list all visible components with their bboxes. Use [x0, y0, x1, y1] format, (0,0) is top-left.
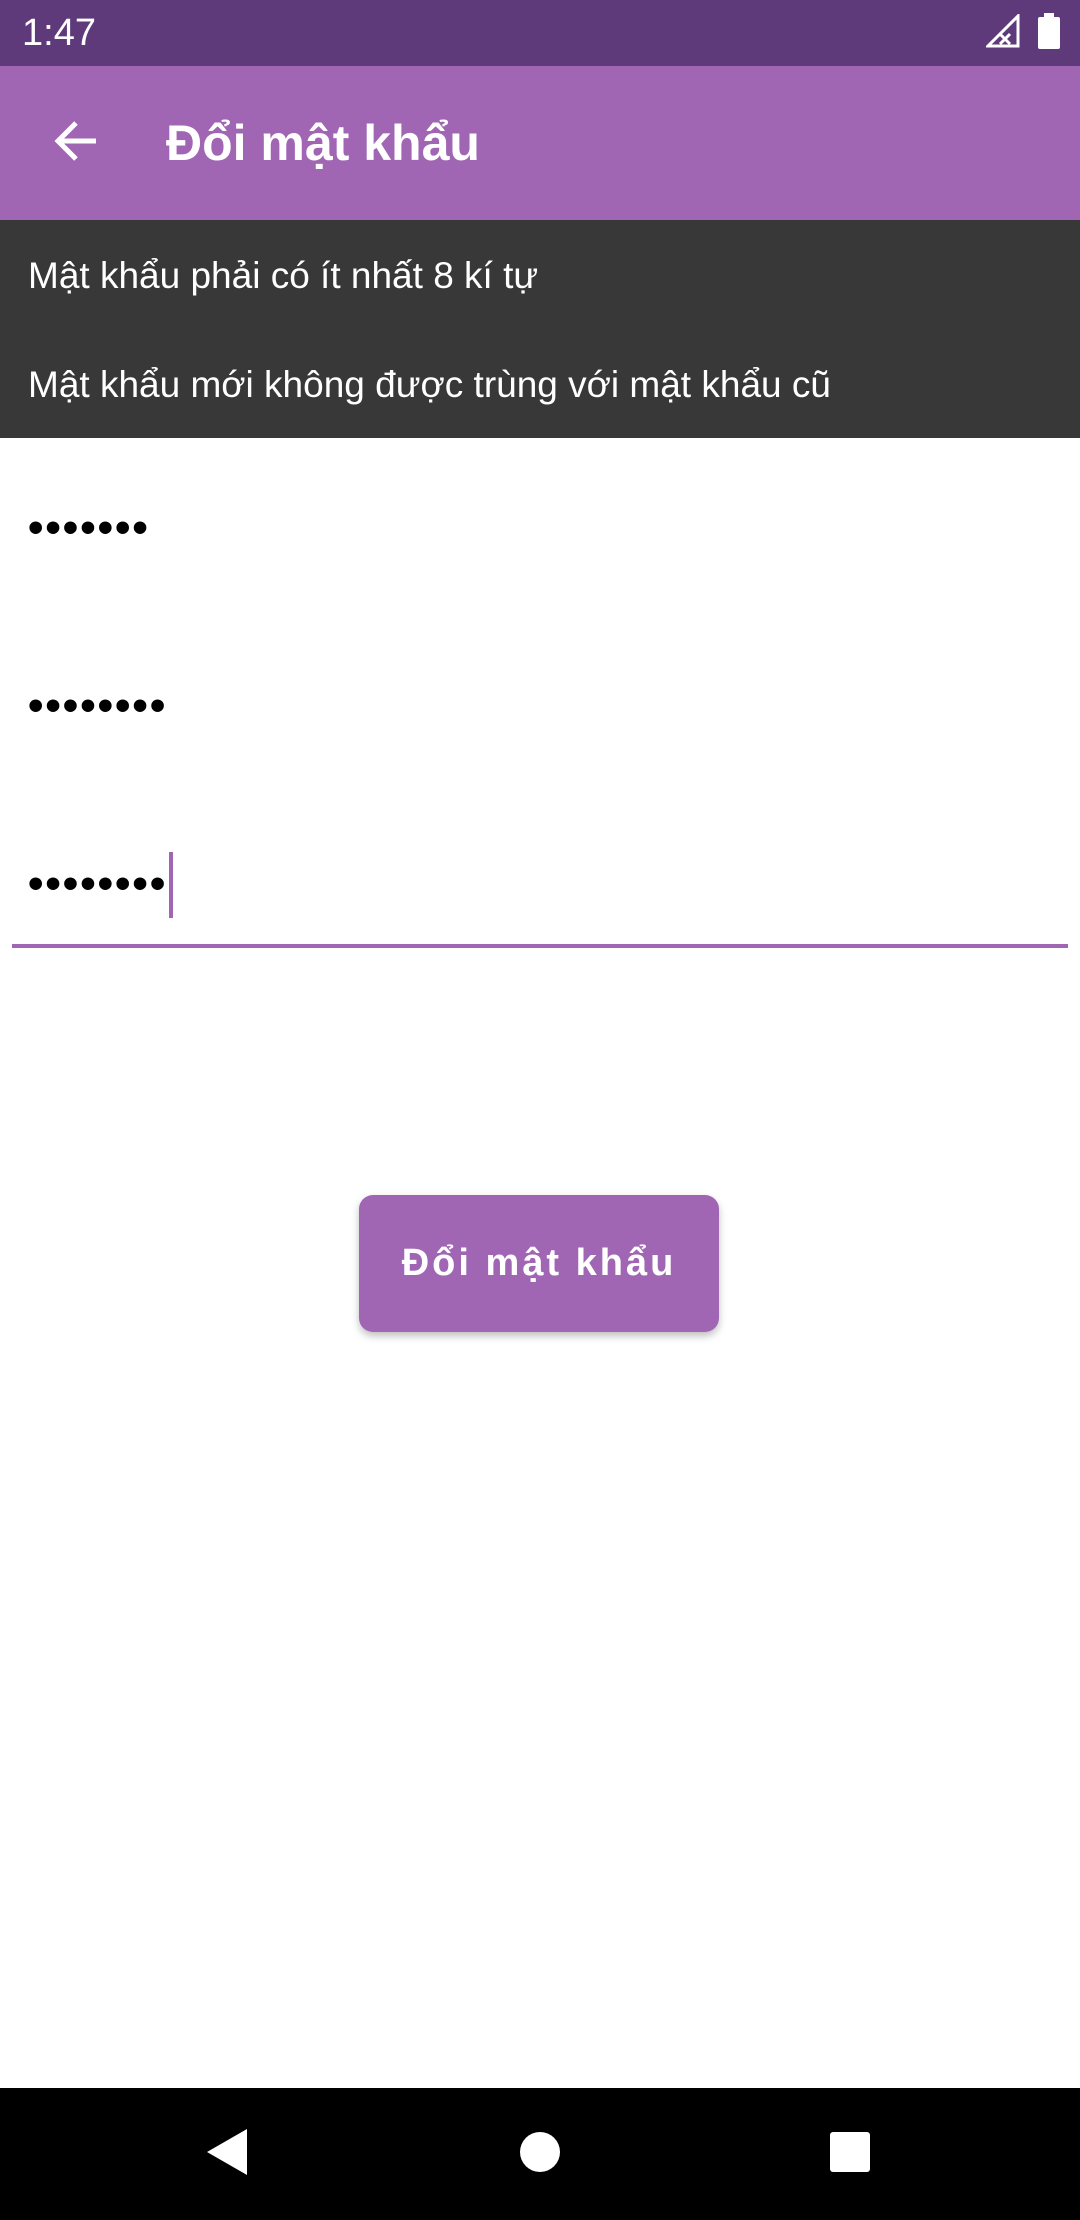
arrow-back-icon — [52, 117, 100, 170]
status-time: 1:47 — [22, 12, 96, 54]
status-icons — [984, 11, 1060, 54]
confirm-password-field[interactable]: •••••••• — [12, 824, 1068, 948]
rule-not-same-as-old: Mật khẩu mới không được trùng với mật kh… — [28, 364, 831, 405]
status-bar: 1:47 — [0, 0, 1080, 66]
old-password-value: ••••••• — [28, 503, 150, 552]
confirm-password-value: •••••••• — [28, 859, 168, 908]
nav-recents-icon — [829, 2131, 871, 2178]
page-title: Đổi mật khẩu — [166, 115, 480, 171]
new-password-value: •••••••• — [28, 681, 168, 730]
signal-icon — [984, 11, 1020, 53]
system-nav-bar — [0, 2088, 1080, 2220]
focused-field-underline — [12, 944, 1068, 948]
app-bar: Đổi mật khẩu — [0, 66, 1080, 220]
nav-back-icon — [205, 2127, 251, 2182]
new-password-field[interactable]: •••••••• — [12, 646, 1068, 766]
nav-back-button[interactable] — [192, 2118, 264, 2190]
change-password-screen: 1:47 Đổi mật khẩu Mật khẩu phải có ít nh… — [0, 0, 1080, 2220]
nav-home-button[interactable] — [504, 2118, 576, 2190]
rule-min-length: Mật khẩu phải có ít nhất 8 kí tự — [28, 255, 539, 296]
change-password-button[interactable]: Đổi mật khẩu — [359, 1195, 719, 1332]
back-button[interactable] — [36, 103, 116, 183]
old-password-field[interactable]: ••••••• — [12, 468, 1068, 588]
text-cursor — [169, 852, 173, 918]
battery-icon — [1038, 12, 1060, 54]
password-rules-panel: Mật khẩu phải có ít nhất 8 kí tự Mật khẩ… — [0, 220, 1080, 438]
nav-home-icon — [518, 2130, 562, 2179]
nav-recents-button[interactable] — [814, 2118, 886, 2190]
